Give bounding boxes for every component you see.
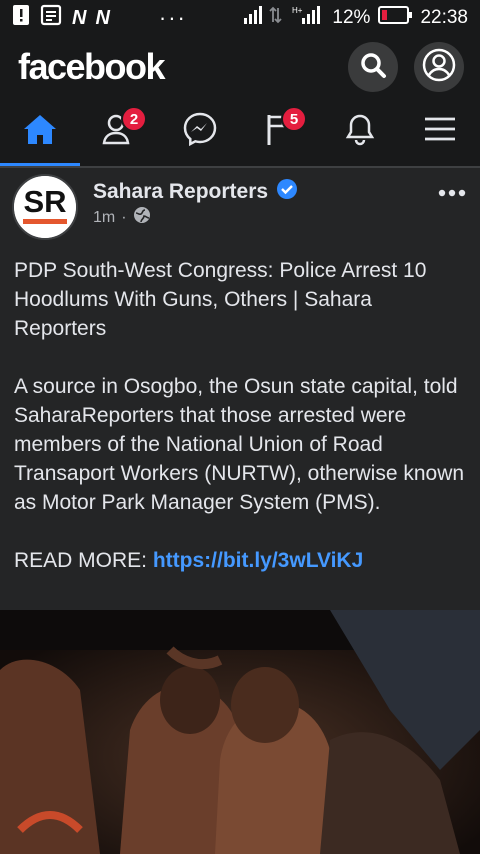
verified-icon — [276, 178, 298, 206]
overflow-dots-icon: ··· — [158, 5, 187, 30]
post-body: A source in Osogbo, the Osun state capit… — [14, 375, 465, 514]
tab-pages[interactable]: 5 — [240, 98, 320, 164]
pages-badge: 5 — [281, 106, 307, 132]
status-bar: N N ··· H+ 12% 22:38 — [0, 0, 480, 36]
more-icon — [438, 184, 466, 201]
svg-text:H+: H+ — [292, 6, 303, 15]
clock: 22:38 — [420, 7, 468, 28]
profile-icon — [422, 48, 456, 87]
tab-messenger[interactable] — [160, 98, 240, 164]
facebook-logo[interactable]: facebook — [18, 46, 166, 88]
author-name[interactable]: Sahara Reporters — [93, 180, 268, 204]
menu-icon — [423, 115, 457, 148]
post-text: PDP South-West Congress: Police Arrest 1… — [14, 256, 466, 604]
tab-menu[interactable] — [400, 98, 480, 164]
avatar[interactable]: SR — [12, 174, 78, 240]
tab-friends[interactable]: 2 — [80, 98, 160, 164]
search-button[interactable] — [348, 42, 398, 92]
globe-icon — [133, 206, 151, 229]
post-photo[interactable] — [0, 610, 480, 854]
read-more-label: READ MORE: — [14, 549, 153, 572]
network-indicator-2: N — [95, 6, 109, 29]
post-time[interactable]: 1m — [93, 209, 115, 227]
tab-notifications[interactable] — [320, 98, 400, 164]
bell-icon — [344, 112, 376, 151]
warning-icon — [12, 4, 30, 32]
post-meta: 1m · — [93, 206, 151, 229]
battery-icon — [378, 6, 413, 30]
tab-bar: 2 5 — [0, 98, 480, 168]
app-bar: facebook — [0, 36, 480, 98]
post-more-button[interactable] — [438, 184, 466, 202]
tab-home[interactable] — [0, 98, 80, 166]
post-header: SR Sahara Reporters 1m · — [0, 168, 480, 244]
profile-button[interactable] — [414, 42, 464, 92]
sahara-reporters-logo: SR — [14, 176, 76, 238]
post-headline: PDP South-West Congress: Police Arrest 1… — [14, 259, 427, 340]
gallery-icon — [40, 4, 62, 32]
read-more: READ MORE: https://bit.ly/3wLViKJ — [14, 546, 466, 575]
post-author[interactable]: Sahara Reporters — [93, 178, 298, 206]
friends-badge: 2 — [121, 106, 147, 132]
meta-separator: · — [121, 208, 127, 226]
search-icon — [359, 51, 387, 84]
home-icon — [22, 112, 58, 151]
photo-image — [0, 610, 480, 854]
messenger-icon — [182, 111, 218, 152]
active-tab-indicator — [0, 163, 80, 166]
post-link[interactable]: https://bit.ly/3wLViKJ — [153, 549, 363, 572]
signal-icon: H+ — [244, 4, 324, 32]
network-indicator-1: N — [72, 6, 86, 29]
avatar-text: SR — [23, 184, 66, 219]
battery-percent: 12% — [332, 7, 371, 28]
